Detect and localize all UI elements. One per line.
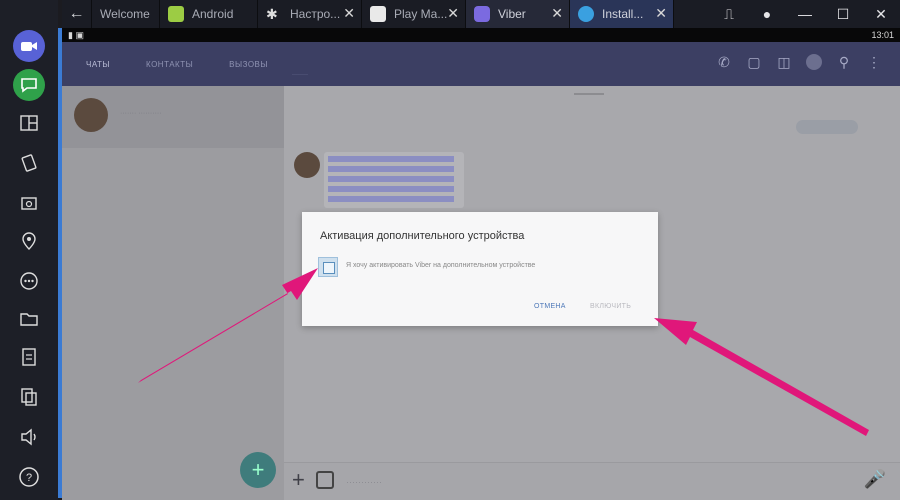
rotate-screen-icon[interactable] (12, 146, 46, 180)
activate-checkbox[interactable] (318, 257, 338, 277)
tab-label: Настро... (290, 7, 341, 21)
folder-icon[interactable] (12, 302, 46, 336)
copy-paste-icon[interactable] (12, 380, 46, 414)
maximize-button[interactable]: ☐ (824, 6, 862, 23)
video-call-icon[interactable] (13, 30, 45, 62)
settings-icon[interactable]: ● (748, 6, 786, 22)
date-pill (796, 120, 858, 134)
message-composer: + ············ 🎤 (284, 462, 900, 500)
tab-contacts[interactable]: КОНТАКТЫ (146, 60, 193, 69)
checkbox-label: Я хочу активировать Viber на дополнитель… (346, 262, 536, 269)
message-avatar (294, 152, 320, 178)
enable-button[interactable]: ВКЛЮЧИТЬ (590, 303, 631, 310)
location-pin-icon[interactable] (12, 224, 46, 258)
screenshot-icon[interactable] (12, 186, 46, 220)
new-chat-button[interactable]: + (240, 452, 276, 488)
network-icon[interactable]: ⎍ (710, 6, 748, 23)
tab-welcome[interactable]: Welcome (92, 0, 160, 28)
message-bubble (324, 152, 464, 208)
viber-tabs: ЧАТЫ КОНТАКТЫ ВЫЗОВЫ (86, 60, 268, 69)
globe-icon (578, 6, 594, 22)
avatar (74, 98, 108, 132)
status-time: 13:01 (871, 30, 894, 40)
search-icon[interactable]: ⚲ (836, 54, 852, 70)
microphone-icon[interactable]: 🎤 (864, 469, 886, 490)
tab-bar: ← Welcome Android ✱ Настро... ✕ Play Ma.… (62, 0, 900, 28)
left-dock: ? (0, 0, 62, 500)
close-icon[interactable]: ✕ (343, 6, 355, 20)
chat-list: ······· ·········· (62, 86, 284, 500)
attach-plus-icon[interactable]: + (292, 467, 305, 493)
tab-android[interactable]: Android (160, 0, 258, 28)
tab-label: Viber (498, 7, 526, 21)
multi-window-icon[interactable] (12, 106, 46, 140)
sub-label: ········ (292, 72, 308, 78)
back-button[interactable]: ← (62, 0, 92, 28)
overflow-menu-icon[interactable]: ⋮ (866, 54, 882, 70)
activation-dialog: Активация дополнительного устройства Я х… (302, 212, 658, 326)
tab-label: Welcome (100, 7, 150, 21)
chat-name: ······· ·········· (120, 110, 162, 117)
viber-app-bar: ЧАТЫ КОНТАКТЫ ВЫЗОВЫ ········ ✆ ▢ ◫ ⚲ ⋮ (62, 42, 900, 86)
usb-icon: ▮ ▣ (68, 29, 84, 40)
cancel-button[interactable]: ОТМЕНА (534, 303, 566, 310)
play-store-icon (370, 6, 386, 22)
apk-install-icon[interactable] (12, 340, 46, 374)
tab-settings[interactable]: ✱ Настро... ✕ (258, 0, 362, 28)
avatar-icon[interactable] (806, 54, 822, 70)
chat-bubble-icon[interactable] (13, 69, 45, 101)
tab-label: Play Ma... (394, 7, 448, 21)
video-call-icon[interactable]: ▢ (746, 54, 762, 70)
window-controls: ⎍ ● — ☐ ✕ (710, 0, 900, 28)
tab-calls[interactable]: ВЫЗОВЫ (229, 60, 268, 69)
dialog-title: Активация дополнительного устройства (320, 230, 525, 242)
tab-label: Android (192, 7, 234, 21)
tab-install[interactable]: Install... ✕ (570, 0, 674, 28)
close-icon[interactable]: ✕ (447, 6, 459, 20)
android-status-bar: ▮ ▣ 13:01 (62, 28, 900, 42)
help-icon[interactable]: ? (12, 460, 46, 494)
emulator-window: { "tabs": [ {"label": "Welcome", "icon":… (0, 0, 900, 500)
phone-call-icon[interactable]: ✆ (716, 54, 732, 70)
volume-icon[interactable] (12, 420, 46, 454)
close-icon[interactable]: ✕ (551, 6, 563, 20)
settings-gear-icon: ✱ (266, 6, 278, 22)
sticker-icon[interactable] (316, 471, 334, 489)
tab-play-market[interactable]: Play Ma... ✕ (362, 0, 466, 28)
tab-chats[interactable]: ЧАТЫ (86, 60, 110, 69)
more-options-icon[interactable] (12, 264, 46, 298)
close-icon[interactable]: ✕ (655, 6, 667, 20)
viber-icon (474, 6, 490, 22)
pane-divider (574, 93, 604, 95)
viber-actions: ✆ ▢ ◫ ⚲ ⋮ (716, 54, 882, 70)
svg-text:?: ? (26, 472, 32, 484)
android-icon (168, 6, 184, 22)
tab-label: Install... (602, 7, 644, 21)
minimize-button[interactable]: — (786, 6, 824, 22)
tab-viber[interactable]: Viber ✕ (466, 0, 570, 28)
message-input[interactable]: ············ (346, 477, 382, 487)
close-window-button[interactable]: ✕ (862, 6, 900, 23)
chat-list-item[interactable]: ······· ·········· (62, 86, 284, 148)
car-icon[interactable]: ◫ (776, 54, 792, 70)
